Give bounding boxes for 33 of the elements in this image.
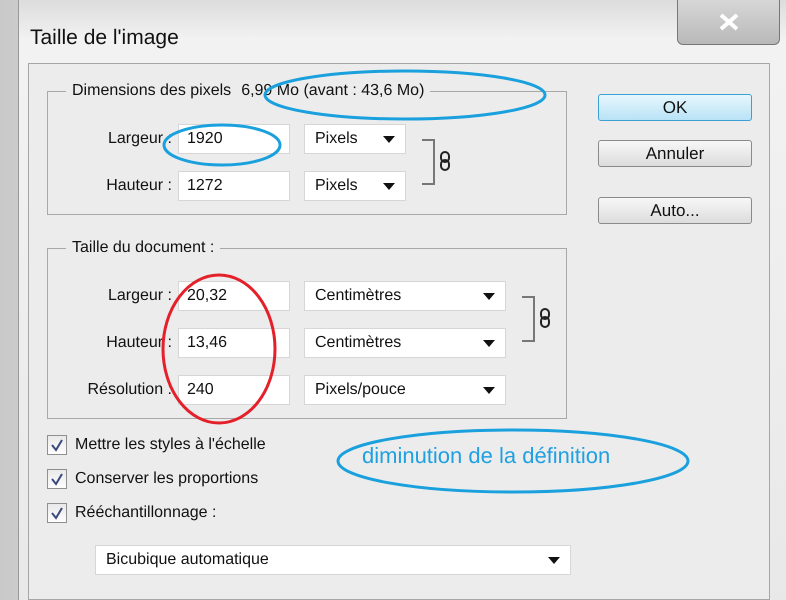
close-button[interactable] xyxy=(677,0,780,45)
checkbox-label: Rééchantillonnage : xyxy=(75,504,216,522)
number-field[interactable]: 13,46 xyxy=(178,328,290,358)
dialog-button[interactable]: OK xyxy=(598,94,752,121)
checkbox[interactable] xyxy=(47,435,67,455)
dropdown-arrow-icon xyxy=(548,556,560,564)
close-icon xyxy=(718,13,740,31)
checkbox[interactable] xyxy=(47,503,67,523)
dialog-button[interactable]: Annuler xyxy=(598,140,752,167)
checkbox-label: Conserver les proportions xyxy=(75,470,258,488)
resample-dropdown[interactable]: Bicubique automatique xyxy=(95,545,571,575)
unit-dropdown[interactable]: Centimètres xyxy=(304,328,506,358)
dropdown-arrow-icon xyxy=(483,386,495,394)
group-title: Dimensions des pixels xyxy=(72,82,232,100)
number-field[interactable]: 20,32 xyxy=(178,281,290,311)
annotation-note: diminution de la définition xyxy=(362,443,610,469)
checkbox-label: Mettre les styles à l'échelle xyxy=(75,436,266,454)
unit-dropdown[interactable]: Pixels/pouce xyxy=(304,375,506,405)
group-title: Taille du document : xyxy=(72,239,214,257)
field-label: Hauteur : xyxy=(105,177,172,195)
field-label: Largeur : xyxy=(106,287,172,305)
unit-dropdown[interactable]: Centimètres xyxy=(304,281,506,311)
dropdown-arrow-icon xyxy=(483,340,495,346)
dropdown-arrow-icon xyxy=(383,136,395,142)
window-title: Taille de l'image xyxy=(30,26,179,50)
dropdown-arrow-icon xyxy=(483,292,495,300)
dialog-button[interactable]: Auto... xyxy=(598,197,752,224)
number-field[interactable]: 240 xyxy=(178,375,290,405)
dropdown-arrow-icon xyxy=(383,182,395,190)
unit-dropdown[interactable]: Pixels xyxy=(304,171,406,201)
checkbox[interactable] xyxy=(47,469,67,489)
unit-dropdown[interactable]: Pixels xyxy=(304,124,406,154)
number-field[interactable]: 1272 xyxy=(178,171,290,201)
